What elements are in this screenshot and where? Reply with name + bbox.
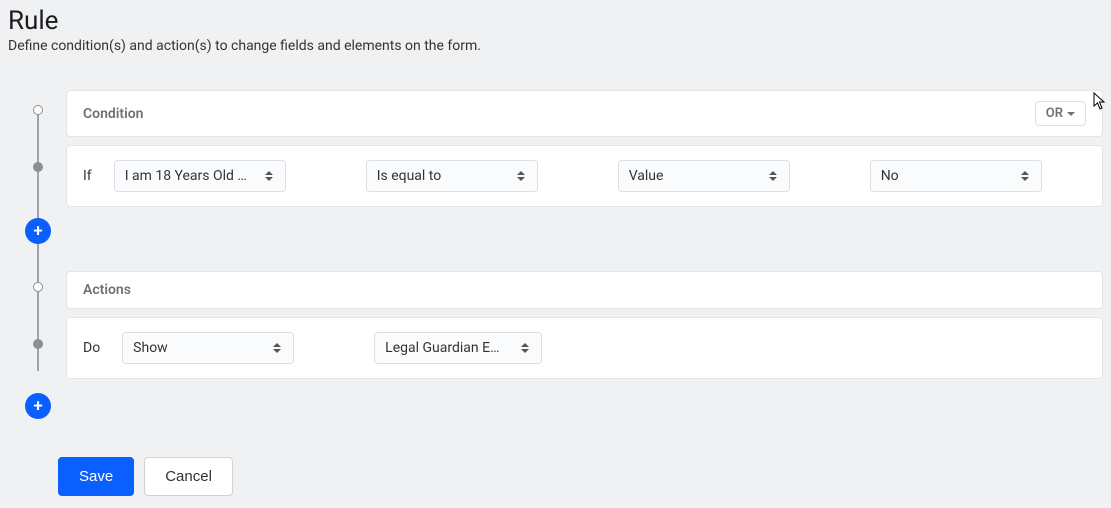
action-row: Do Show Legal Guardian Em… xyxy=(66,317,1103,379)
select-value: Is equal to xyxy=(377,168,507,184)
caret-down-icon xyxy=(1067,112,1075,116)
stepper-icon xyxy=(517,171,527,181)
plus-icon: + xyxy=(33,398,42,415)
add-action-button[interactable]: + xyxy=(25,393,51,419)
condition-section-label: Condition xyxy=(83,106,144,122)
add-condition-button[interactable]: + xyxy=(25,218,51,244)
plus-icon: + xyxy=(33,223,42,240)
condition-row: If I am 18 Years Old o… Is equal to Valu… xyxy=(66,145,1103,207)
do-label: Do xyxy=(83,340,100,356)
condition-value-type-select[interactable]: Value xyxy=(618,160,790,192)
page-title: Rule xyxy=(8,6,1103,36)
condition-value-select[interactable]: No xyxy=(870,160,1042,192)
select-value: Show xyxy=(133,340,263,356)
actions-section-header: Actions xyxy=(66,271,1103,309)
stepper-icon xyxy=(1021,171,1031,181)
select-value: I am 18 Years Old o… xyxy=(125,168,255,184)
stepper-icon xyxy=(265,171,275,181)
action-target-select[interactable]: Legal Guardian Em… xyxy=(374,332,542,364)
page-subtitle: Define condition(s) and action(s) to cha… xyxy=(8,38,1103,54)
timeline-dot xyxy=(33,162,43,172)
stepper-icon xyxy=(521,343,531,353)
or-label: OR xyxy=(1046,106,1063,121)
footer-actions: Save Cancel xyxy=(8,457,1103,496)
select-value: Legal Guardian Em… xyxy=(385,340,511,356)
select-value: No xyxy=(881,168,1011,184)
timeline-dot xyxy=(33,339,43,349)
rule-timeline: + + xyxy=(8,90,66,379)
actions-section-label: Actions xyxy=(83,282,131,298)
save-button[interactable]: Save xyxy=(58,457,134,496)
condition-section-header: Condition OR xyxy=(66,90,1103,137)
select-value: Value xyxy=(629,168,759,184)
action-type-select[interactable]: Show xyxy=(122,332,294,364)
condition-field-select[interactable]: I am 18 Years Old o… xyxy=(114,160,286,192)
if-label: If xyxy=(83,168,92,184)
or-dropdown-button[interactable]: OR xyxy=(1035,101,1086,126)
timeline-dot xyxy=(33,105,43,115)
stepper-icon xyxy=(273,343,283,353)
condition-operator-select[interactable]: Is equal to xyxy=(366,160,538,192)
stepper-icon xyxy=(769,171,779,181)
cancel-button[interactable]: Cancel xyxy=(144,457,233,496)
timeline-dot xyxy=(33,282,43,292)
